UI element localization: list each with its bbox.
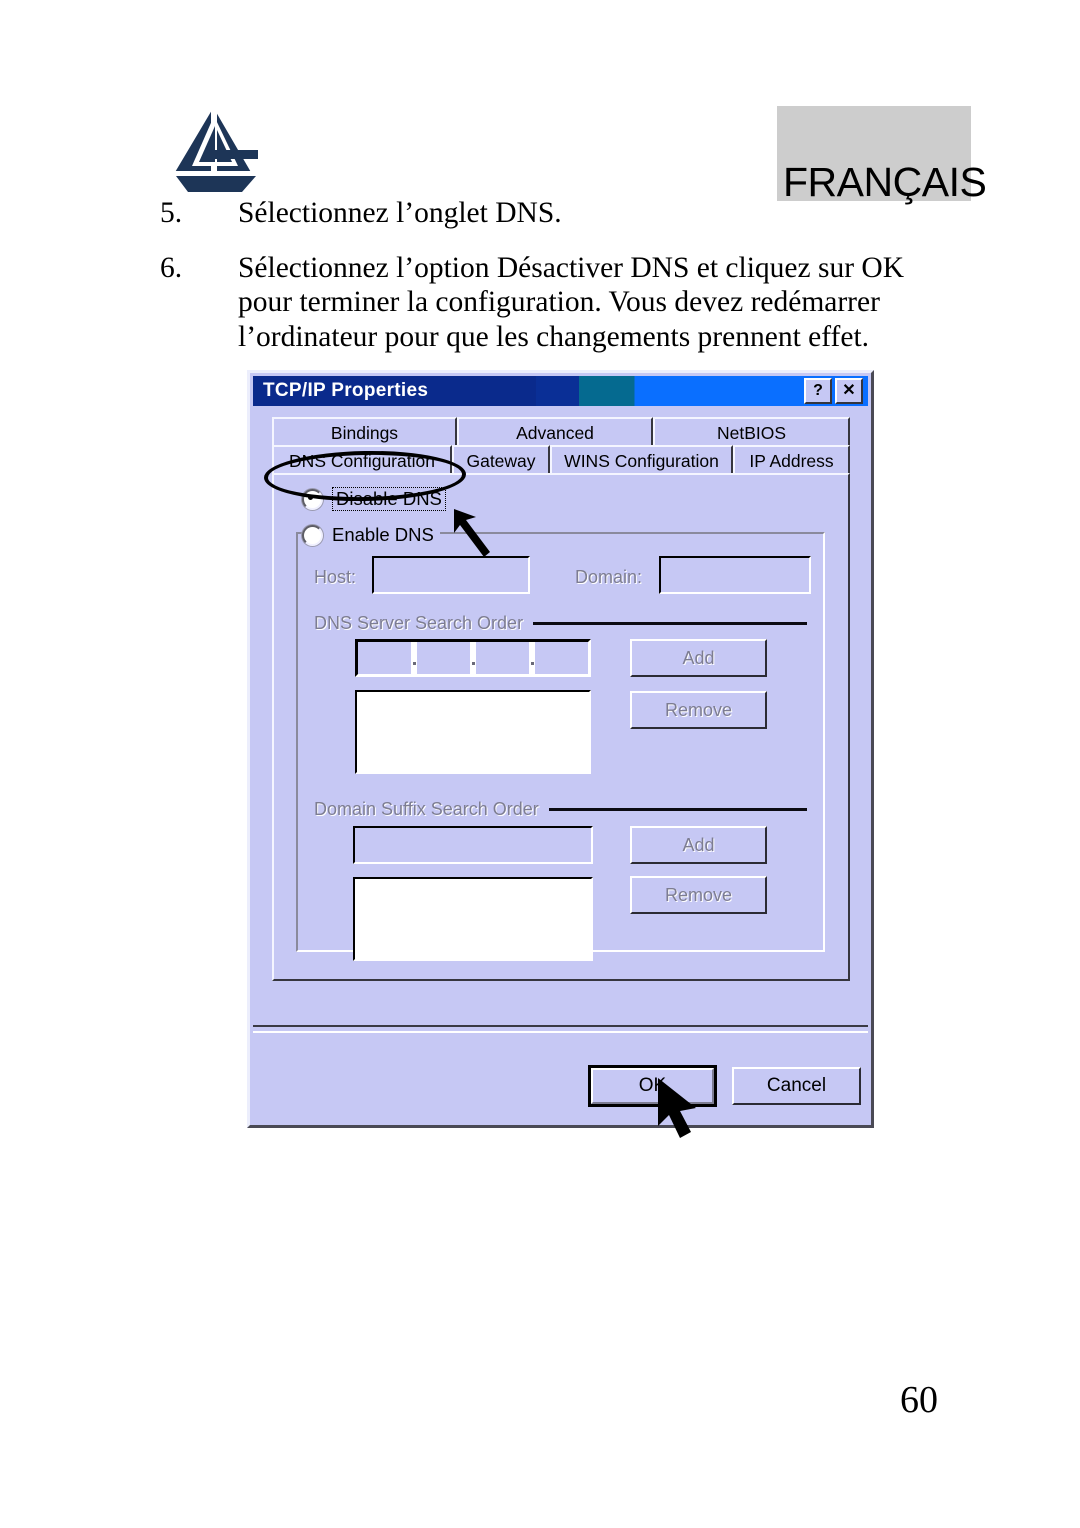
step-number: 5.: [160, 197, 183, 229]
step-number: 6.: [160, 252, 183, 285]
radio-enable-dns-label: Enable DNS: [332, 524, 434, 545]
tab-bindings[interactable]: Bindings: [272, 417, 457, 447]
dns-server-list[interactable]: [355, 690, 591, 774]
section-rule: [548, 808, 807, 811]
tab-wins-configuration[interactable]: WINS Configuration: [550, 445, 733, 475]
dns-server-search-order-section: DNS Server Search Order: [314, 613, 811, 634]
radio-enable-dns[interactable]: Enable DNS: [302, 524, 440, 546]
list-item: 6. Sélectionnez l’option Désactiver DNS …: [160, 251, 960, 354]
list-item: 5. Sélectionnez l’onglet DNS.: [160, 196, 960, 230]
domain-suffix-search-order-section: Domain Suffix Search Order: [314, 799, 811, 820]
dns-server-ip-input[interactable]: [355, 639, 591, 677]
tcpip-properties-dialog: TCP/IP Properties ? ✕ Bindings Advanced …: [247, 370, 874, 1128]
section-rule: [533, 622, 807, 625]
ok-button[interactable]: OK: [588, 1065, 717, 1107]
step-text-line: Sélectionnez l’onglet DNS.: [238, 197, 562, 229]
dns-configuration-panel: Disable DNS Enable DNS Host: Domain: DNS…: [272, 473, 850, 981]
domain-label: Domain:: [575, 567, 643, 587]
step-text-line: l’ordinateur pour que les changements pr…: [238, 320, 870, 353]
radio-button-icon[interactable]: [302, 524, 323, 546]
domain-suffix-input[interactable]: [353, 826, 593, 864]
radio-button-icon[interactable]: [302, 488, 323, 510]
host-input[interactable]: [372, 556, 530, 594]
cancel-button[interactable]: Cancel: [732, 1067, 861, 1105]
radio-disable-dns-label: Disable DNS: [332, 487, 446, 511]
ok-button-label: OK: [591, 1068, 714, 1104]
page-number: 60: [900, 1379, 938, 1421]
dialog-titlebar[interactable]: TCP/IP Properties ? ✕: [253, 376, 868, 406]
dns-settings-group: Host: Domain: DNS Server Search Order Ad…: [296, 532, 825, 961]
step-text-line: Sélectionnez l’option Désactiver DNS et …: [238, 252, 905, 285]
help-icon[interactable]: ?: [804, 378, 832, 404]
tab-gateway[interactable]: Gateway: [452, 445, 550, 475]
close-icon[interactable]: ✕: [835, 378, 863, 404]
ip-octet-2[interactable]: [417, 642, 470, 674]
atlantis-land-logo: [168, 104, 264, 196]
dns-server-search-order-title: DNS Server Search Order: [314, 613, 524, 633]
tab-dns-configuration[interactable]: DNS Configuration: [272, 445, 452, 475]
dialog-separator: [253, 1025, 868, 1033]
domain-suffix-add-button[interactable]: Add: [630, 826, 767, 864]
instruction-list: 5. Sélectionnez l’onglet DNS. 6. Sélecti…: [160, 196, 960, 375]
dns-server-remove-button[interactable]: Remove: [630, 691, 767, 729]
tab-strip: Bindings Advanced NetBIOS DNS Configurat…: [272, 417, 850, 475]
language-banner: FRANÇAIS: [777, 106, 987, 203]
ip-octet-4[interactable]: [535, 642, 588, 674]
domain-suffix-remove-button[interactable]: Remove: [630, 876, 767, 914]
dns-server-add-button[interactable]: Add: [630, 639, 767, 677]
tab-ip-address[interactable]: IP Address: [733, 445, 850, 475]
host-label: Host:: [314, 567, 357, 587]
ip-octet-1[interactable]: [358, 642, 411, 674]
domain-suffix-search-order-title: Domain Suffix Search Order: [314, 799, 539, 819]
dialog-title: TCP/IP Properties: [263, 380, 429, 401]
domain-input[interactable]: [659, 556, 811, 594]
ip-octet-3[interactable]: [476, 642, 529, 674]
tab-advanced[interactable]: Advanced: [457, 417, 653, 447]
step-text-line: pour terminer la configuration. Vous dev…: [238, 286, 880, 319]
domain-suffix-list[interactable]: [353, 877, 593, 961]
tab-netbios[interactable]: NetBIOS: [653, 417, 850, 447]
radio-disable-dns[interactable]: Disable DNS: [302, 487, 446, 511]
